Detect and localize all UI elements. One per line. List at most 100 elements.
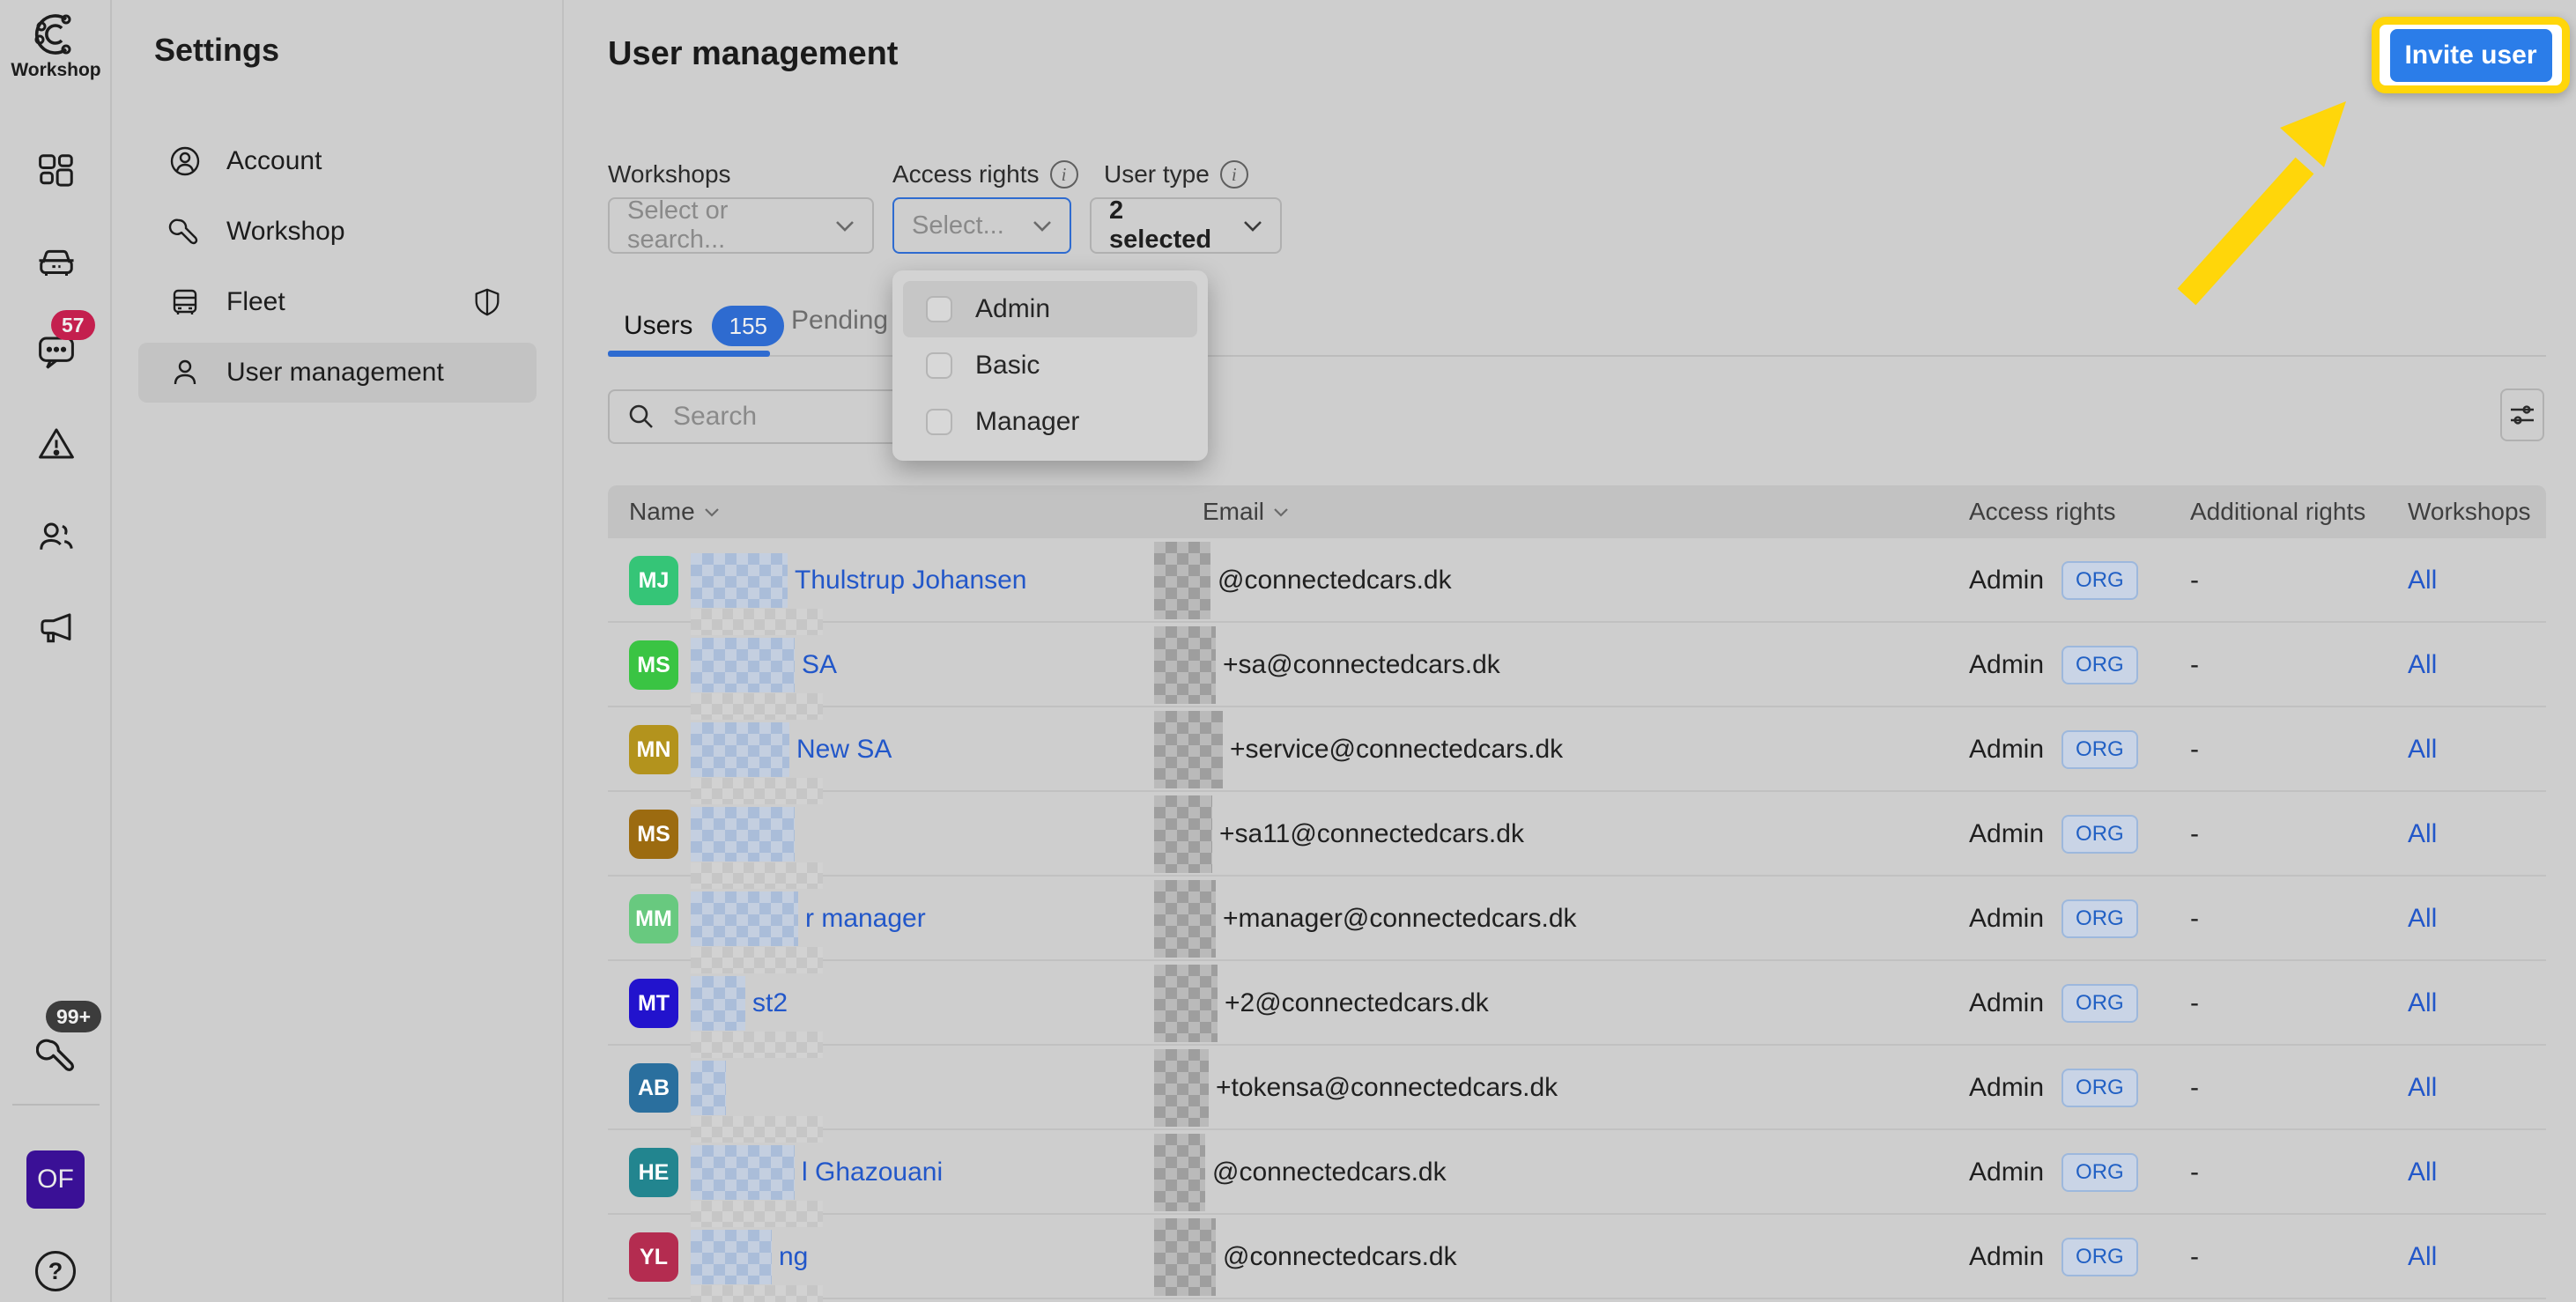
dropdown-option-label: Admin [975, 294, 1050, 324]
dropdown-option-basic[interactable]: Basic [903, 337, 1197, 394]
redacted-name-block [691, 1061, 726, 1115]
user-name-link[interactable]: l Ghazouani [802, 1158, 943, 1187]
profile-avatar[interactable]: OF [26, 1150, 85, 1209]
workshops-select-value: Select or search... [627, 196, 821, 255]
checkbox-admin[interactable] [926, 296, 952, 322]
user-email: +manager@connectedcars.dk [1223, 904, 1577, 934]
redacted-name-block [691, 1145, 795, 1200]
user-type-info-icon[interactable] [1220, 160, 1248, 189]
column-header-email[interactable]: Email [1203, 485, 1289, 538]
access-rights-value: Admin [1969, 1073, 2044, 1103]
access-rights-select[interactable]: Select... [892, 197, 1071, 254]
workshops-link[interactable]: All [2408, 566, 2437, 596]
user-email: +2@connectedcars.dk [1225, 988, 1489, 1018]
user-name-link[interactable]: SA [802, 650, 837, 680]
sidebar-item-label: Account [226, 146, 322, 176]
avatar: MN [629, 725, 678, 774]
sidebar-item-fleet[interactable]: Fleet [138, 272, 537, 332]
redaction-fragment [691, 693, 823, 720]
support-icon[interactable] [36, 1033, 77, 1074]
annotation-arrow-icon [2132, 75, 2396, 322]
user-type-select[interactable]: 2 selected [1090, 197, 1282, 254]
app-logo: Workshop [0, 11, 112, 81]
avatar: MS [629, 640, 678, 690]
user-email: +service@connectedcars.dk [1230, 735, 1563, 765]
avatar: MT [629, 979, 678, 1028]
messages-count-badge: 57 [51, 310, 95, 340]
table-row: MM r manager +manager@connectedcars.dk A… [608, 877, 2546, 961]
access-rights-info-icon[interactable] [1050, 160, 1078, 189]
tab-users[interactable]: Users 155 [624, 306, 784, 346]
redacted-name-block [691, 638, 795, 692]
user-name-link[interactable]: st2 [752, 988, 788, 1018]
user-name-link[interactable]: Thulstrup Johansen [795, 566, 1027, 596]
user-type-filter-label-row: User type [1104, 160, 1248, 189]
org-badge: ORG [2062, 730, 2138, 769]
sidebar-item-user-management[interactable]: User management [138, 343, 537, 403]
checkbox-manager[interactable] [926, 409, 952, 435]
sidebar-item-label: User management [226, 358, 444, 388]
chevron-down-icon [1243, 220, 1262, 232]
workshops-link[interactable]: All [2408, 650, 2437, 680]
user-name-link[interactable]: r manager [805, 904, 926, 934]
table-row: AB +tokensa@connectedcars.dk AdminORG - … [608, 1046, 2546, 1130]
additional-rights-value: - [2190, 538, 2199, 623]
user-name-link[interactable]: ng [779, 1242, 808, 1272]
redaction-fragment [691, 609, 823, 635]
help-icon[interactable] [35, 1251, 76, 1291]
additional-rights-value: - [2190, 1130, 2199, 1215]
redacted-name-block [691, 722, 789, 777]
access-rights-value: Admin [1969, 735, 2044, 765]
workshops-select[interactable]: Select or search... [608, 197, 874, 254]
dashboard-icon[interactable] [36, 151, 77, 191]
redacted-name-block [691, 807, 795, 862]
additional-rights-value: - [2190, 792, 2199, 877]
additional-rights-value: - [2190, 877, 2199, 961]
column-settings-button[interactable] [2500, 388, 2544, 441]
workshops-link[interactable]: All [2408, 1242, 2437, 1272]
tab-pending-invitations[interactable]: Pending i [791, 306, 901, 336]
dropdown-option-manager[interactable]: Manager [903, 394, 1197, 450]
redacted-name-block [691, 976, 745, 1031]
logo-label: Workshop [0, 60, 112, 81]
avatar: AB [629, 1063, 678, 1113]
alerts-icon[interactable] [36, 424, 77, 464]
user-management-page: Workshop 57 [0, 0, 2576, 1302]
access-rights-filter-label-row: Access rights [892, 160, 1078, 189]
redacted-email-block [1154, 1134, 1205, 1211]
sidebar-item-account[interactable]: Account [138, 131, 537, 191]
table-row: MS SA +sa@connectedcars.dk AdminORG - Al… [608, 623, 2546, 707]
invite-user-button[interactable]: Invite user [2390, 29, 2552, 82]
user-email: +tokensa@connectedcars.dk [1216, 1073, 1558, 1103]
vehicles-icon[interactable] [36, 242, 77, 283]
workshops-link[interactable]: All [2408, 1073, 2437, 1103]
org-badge: ORG [2062, 646, 2138, 684]
sidebar-item-workshop[interactable]: Workshop [138, 202, 537, 262]
access-rights-value: Admin [1969, 819, 2044, 849]
workshops-link[interactable]: All [2408, 819, 2437, 849]
sort-chevron-icon [1273, 507, 1289, 517]
customers-icon[interactable] [36, 517, 77, 558]
redacted-name-block [691, 1230, 772, 1284]
sidebar-item-label: Fleet [226, 287, 285, 317]
access-rights-value: Admin [1969, 988, 2044, 1018]
access-rights-value: Admin [1969, 1158, 2044, 1187]
workshops-link[interactable]: All [2408, 988, 2437, 1018]
workshops-link[interactable]: All [2408, 735, 2437, 765]
access-rights-select-value: Select... [912, 211, 1018, 240]
org-badge: ORG [2062, 1153, 2138, 1192]
user-email: +sa@connectedcars.dk [1223, 650, 1500, 680]
workshops-link[interactable]: All [2408, 1158, 2437, 1187]
search-icon [627, 403, 655, 431]
column-header-name[interactable]: Name [629, 485, 720, 538]
user-type-select-value: 2 selected [1109, 196, 1229, 255]
redacted-email-block [1154, 1218, 1216, 1296]
user-name-link[interactable]: New SA [796, 735, 892, 765]
user-email: @connectedcars.dk [1218, 566, 1452, 596]
redacted-email-block [1154, 626, 1216, 704]
campaigns-icon[interactable] [36, 609, 77, 649]
dropdown-option-admin[interactable]: Admin [903, 281, 1197, 337]
workshops-link[interactable]: All [2408, 904, 2437, 934]
org-badge: ORG [2062, 1238, 2138, 1276]
checkbox-basic[interactable] [926, 352, 952, 379]
